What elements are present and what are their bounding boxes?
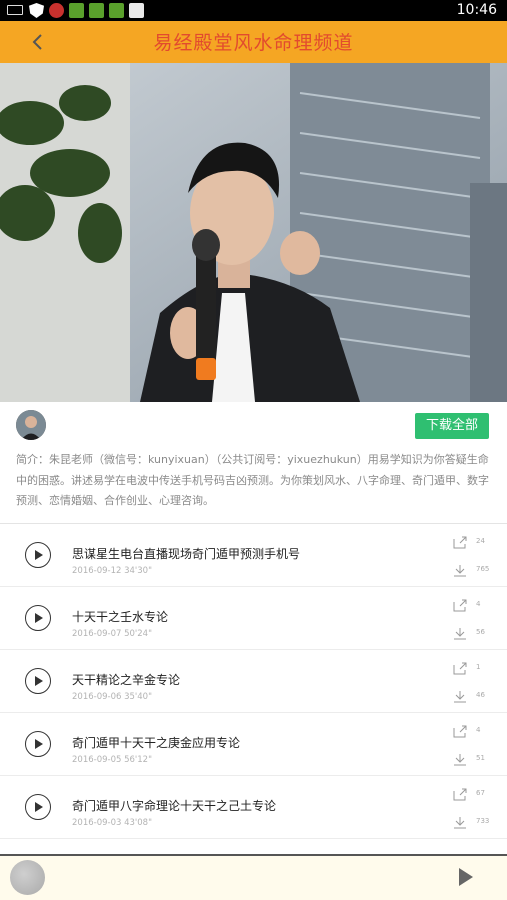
track-meta: 2016-09-06 35'40" (72, 692, 152, 702)
track-meta: 2016-09-05 56'12" (72, 755, 152, 765)
download-icon[interactable] (453, 753, 467, 766)
share-icon[interactable] (453, 725, 467, 738)
download-count: 765 (476, 565, 490, 573)
share-icon[interactable] (453, 599, 467, 612)
track-title: 思谋星生电台直播现场奇门遁甲预测手机号 (72, 547, 301, 561)
track-meta: 2016-09-07 50'24" (72, 629, 152, 639)
list-item[interactable]: 奇门遁甲十天干之庚金应用专论 2016-09-05 56'12" 4 51 (0, 713, 507, 776)
share-icon[interactable] (453, 788, 467, 801)
app-green-icon (69, 3, 84, 18)
hero-image (0, 63, 507, 402)
app-green-icon (89, 3, 104, 18)
download-count: 51 (476, 754, 485, 762)
channel-description: 简介：朱昆老师（微信号：kunyixuan）（公共订阅号：yixuezhukun… (16, 453, 489, 507)
share-count: 4 (476, 600, 481, 608)
track-title: 奇门遁甲八字命理论十天干之己土专论 (72, 799, 277, 813)
download-icon[interactable] (453, 564, 467, 577)
track-meta: 2016-09-03 43'08" (72, 818, 152, 828)
track-duration: 43'08" (124, 818, 152, 828)
page-title: 易经殿堂风水命理频道 (153, 32, 354, 54)
list-item[interactable]: 奇门遁甲八字命理论十天干之己土专论 2016-09-03 43'08" 67 7… (0, 776, 507, 839)
track-duration: 35'40" (124, 692, 152, 702)
share-count: 67 (476, 789, 485, 797)
track-date: 2016-09-12 (72, 566, 122, 576)
share-icon[interactable] (453, 662, 467, 675)
track-date: 2016-09-07 (72, 629, 122, 639)
track-date: 2016-09-05 (72, 755, 122, 765)
download-icon[interactable] (453, 627, 467, 640)
header-bar: 易经殿堂风水命理频道 (0, 21, 507, 63)
list-item[interactable]: 天干精论之辛金专论 2016-09-06 35'40" 1 46 (0, 650, 507, 713)
shield-icon (29, 3, 44, 18)
play-icon[interactable] (25, 731, 51, 757)
status-time: 10:46 (456, 2, 497, 18)
track-duration: 50'24" (124, 629, 152, 639)
app-photo-icon (129, 3, 144, 18)
download-count: 46 (476, 691, 485, 699)
play-icon[interactable] (25, 668, 51, 694)
app-green-icon (109, 3, 124, 18)
download-icon[interactable] (453, 816, 467, 829)
track-duration: 34'30" (124, 566, 152, 576)
download-icon[interactable] (453, 690, 467, 703)
play-icon[interactable] (25, 542, 51, 568)
host-avatar[interactable] (16, 410, 46, 440)
track-meta: 2016-09-12 34'30" (72, 566, 152, 576)
share-icon[interactable] (453, 536, 467, 549)
list-item[interactable]: 思谋星生电台直播现场奇门遁甲预测手机号 2016-09-12 34'30" 24… (0, 524, 507, 587)
list-item[interactable]: 十天干之壬水专论 2016-09-07 50'24" 4 56 (0, 587, 507, 650)
play-icon[interactable] (25, 794, 51, 820)
track-title: 奇门遁甲十天干之庚金应用专论 (72, 736, 241, 750)
app-red-icon (49, 3, 64, 18)
now-playing-artwork[interactable] (10, 860, 45, 895)
track-title: 十天干之壬水专论 (72, 610, 169, 624)
track-date: 2016-09-03 (72, 818, 122, 828)
share-count: 4 (476, 726, 481, 734)
status-bar: 10:46 (0, 0, 507, 21)
play-pause-icon[interactable] (459, 868, 473, 886)
share-count: 1 (476, 663, 481, 671)
track-duration: 56'12" (124, 755, 152, 765)
track-title: 天干精论之辛金专论 (72, 673, 181, 687)
track-date: 2016-09-06 (72, 692, 122, 702)
battery-icon (7, 5, 23, 15)
download-count: 56 (476, 628, 485, 636)
download-all-button[interactable]: 下载全部 (415, 413, 489, 439)
download-count: 733 (476, 817, 490, 825)
play-icon[interactable] (25, 605, 51, 631)
share-count: 24 (476, 537, 485, 545)
player-bar (0, 854, 507, 900)
